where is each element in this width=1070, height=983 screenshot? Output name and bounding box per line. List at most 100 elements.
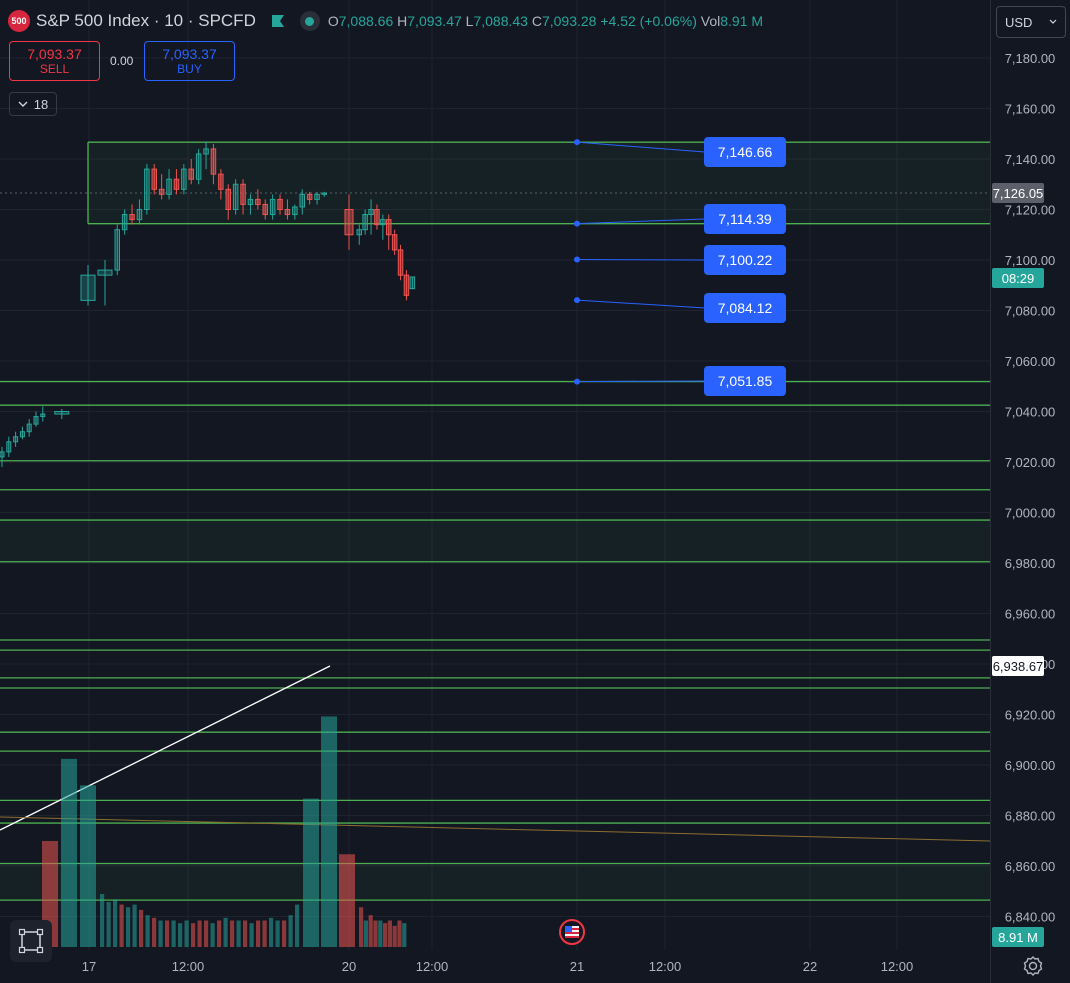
- y-tick-label: 7,100.00: [1005, 253, 1056, 268]
- volume-bar: [339, 854, 355, 947]
- x-tick-label: 12:00: [172, 959, 205, 974]
- price-label[interactable]: 7,051.85: [704, 366, 786, 396]
- y-tick-label: 7,040.00: [1005, 405, 1056, 420]
- y-tick-label: 7,160.00: [1005, 102, 1056, 117]
- candle-body: [284, 209, 291, 216]
- volume-bar: [368, 915, 373, 947]
- candle-body: [403, 274, 410, 296]
- zone-rect: [0, 520, 990, 562]
- price-label-anchor: [574, 256, 580, 263]
- indicators-toggle[interactable]: 18: [9, 92, 57, 116]
- price-label[interactable]: 7,084.12: [704, 293, 786, 323]
- volume-bar: [184, 920, 189, 947]
- currency-select[interactable]: USD: [996, 6, 1066, 38]
- candle-body: [54, 411, 70, 415]
- y-tick-label: 6,900.00: [1005, 758, 1056, 773]
- candle-body: [144, 168, 150, 211]
- x-tick-label: 22: [803, 959, 817, 974]
- volume-bar: [397, 920, 402, 947]
- price-label-anchor: [574, 139, 580, 146]
- candle-body: [121, 214, 128, 231]
- candle-body: [386, 219, 392, 236]
- volume-bar: [204, 920, 209, 947]
- candle-body: [240, 183, 246, 205]
- buy-button[interactable]: 7,093.37 BUY: [144, 41, 235, 81]
- trend-lines: [0, 192, 991, 842]
- flag-icon[interactable]: [270, 13, 286, 29]
- market-status-icon[interactable]: [299, 11, 320, 31]
- candle-body: [374, 209, 380, 226]
- volume-bar: [269, 917, 274, 947]
- candle-body: [181, 168, 187, 190]
- volume-bar: [210, 923, 215, 947]
- candle-body: [19, 431, 25, 438]
- sell-button[interactable]: 7,093.37 SELL: [9, 41, 100, 81]
- candle-body: [232, 183, 239, 210]
- volume-bar: [275, 920, 280, 947]
- support-resistance-zones: [0, 142, 990, 901]
- ohlc-readout: O7,088.66 H7,093.47 L7,088.43 C7,093.28 …: [328, 13, 763, 29]
- candle-body: [391, 234, 398, 251]
- candle-body: [306, 193, 313, 200]
- price-label-anchor: [574, 220, 580, 227]
- settings-gear-icon[interactable]: [1022, 955, 1044, 977]
- candle-body: [397, 249, 404, 276]
- buy-label: BUY: [177, 62, 202, 76]
- volume-bar: [191, 923, 196, 947]
- x-tick-label: 17: [82, 959, 96, 974]
- price-label-anchor: [574, 297, 580, 304]
- volume-bar: [80, 785, 96, 947]
- chart-header: 500 S&P 500 Index · 10 · SPCFD O7,088.66…: [8, 8, 763, 34]
- price-label-anchor: [574, 378, 580, 385]
- volume-bar: [378, 920, 383, 947]
- volume-bar: [100, 894, 105, 947]
- candle-body: [292, 206, 298, 216]
- y-tick-label: 6,980.00: [1005, 556, 1056, 571]
- candle-body: [314, 193, 320, 200]
- volume-bar: [256, 920, 261, 947]
- x-tick-label: 12:00: [416, 959, 449, 974]
- volume-bar: [243, 920, 248, 947]
- price-label[interactable]: 7,114.39: [704, 204, 786, 234]
- trend-line-ma: [0, 816, 991, 842]
- volume-bar: [152, 917, 157, 947]
- candle-body: [6, 441, 12, 453]
- candle-body: [195, 153, 202, 180]
- symbol-title[interactable]: S&P 500 Index · 10 · SPCFD: [36, 11, 256, 31]
- candle-body: [26, 423, 32, 433]
- volume-bar: [392, 925, 397, 947]
- buy-price: 7,093.37: [162, 46, 217, 62]
- ohlc-high: 7,093.47: [407, 13, 462, 29]
- zone-rect: [0, 863, 990, 901]
- candle-body: [247, 198, 254, 205]
- chart-canvas[interactable]: 7,180.00 7,160.00 7,140.00 7,120.00 7,100.00…: [0, 0, 1070, 983]
- candle-body: [356, 229, 362, 236]
- price-label[interactable]: 7,146.66: [704, 137, 786, 167]
- us-event-flag-icon[interactable]: [559, 919, 585, 945]
- price-label[interactable]: 7,100.22: [704, 245, 786, 275]
- volume-bar: [106, 901, 111, 947]
- volume-bar: [223, 917, 228, 947]
- candle-body: [0, 451, 5, 458]
- volume-bar: [236, 920, 241, 947]
- candle-body: [380, 219, 386, 226]
- candle-body: [362, 214, 368, 231]
- volume-bar: [249, 923, 254, 947]
- candle-body: [203, 148, 209, 155]
- y-tick-label: 6,860.00: [1005, 859, 1056, 874]
- volume-bar: [303, 798, 319, 947]
- y-tick-label: 7,060.00: [1005, 354, 1056, 369]
- y-tick-label: 6,880.00: [1005, 809, 1056, 824]
- volume-bar: [262, 920, 267, 947]
- price-label-connector: [576, 299, 706, 309]
- volume-bar: [158, 920, 163, 947]
- price-label-connector: [576, 258, 706, 261]
- volume-bar: [363, 920, 368, 947]
- candle-body: [114, 229, 120, 271]
- candle-body: [255, 198, 261, 205]
- line-price-badge: 6,938.67: [992, 656, 1044, 676]
- drawing-tools-button[interactable]: [10, 920, 52, 962]
- spread-value: 0.00: [110, 54, 134, 68]
- y-tick-label: 7,140.00: [1005, 152, 1056, 167]
- symbol-logo: 500: [8, 10, 30, 32]
